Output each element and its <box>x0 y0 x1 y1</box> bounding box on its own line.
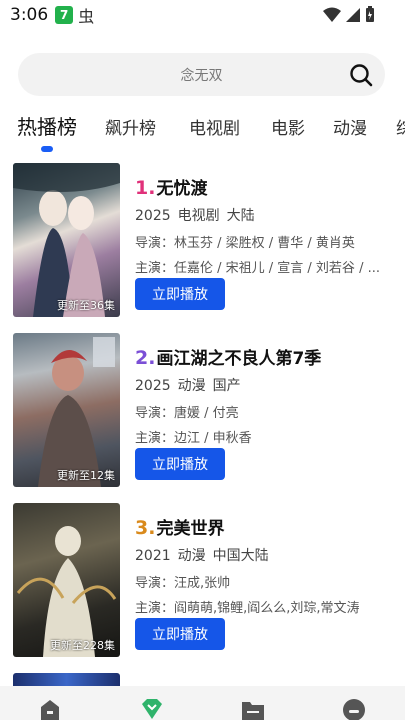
show-title[interactable]: 2.画江湖之不良人第7季 <box>135 344 321 369</box>
show-meta: 2025 电视剧 大陆 <box>135 205 262 225</box>
list-item[interactable]: 更新至12集 2.画江湖之不良人第7季 2025 动漫 国产 导演：唐媛 / 付亮 … <box>0 330 405 490</box>
region: 国产 <box>212 378 241 394</box>
search-input[interactable]: 念无双 <box>181 65 223 85</box>
search-bar[interactable]: 念无双 <box>18 53 385 96</box>
bottom-nav <box>0 686 405 720</box>
tab-tv[interactable]: 电视剧 <box>189 114 240 139</box>
bug-notification-icon: 虫 <box>78 7 95 26</box>
region: 中国大陆 <box>212 548 269 564</box>
cast-line: 主演：边江 / 申秋香 <box>135 431 252 446</box>
tab-variety[interactable]: 综 <box>396 114 405 139</box>
rank-number: 3. <box>135 517 156 539</box>
profile-icon[interactable] <box>342 698 366 720</box>
genre: 动漫 <box>177 378 206 394</box>
tab-rising[interactable]: 飙升榜 <box>105 114 156 139</box>
region: 大陆 <box>226 208 255 224</box>
play-button[interactable]: 立即播放 <box>135 618 225 650</box>
tab-movie[interactable]: 电影 <box>271 114 305 139</box>
poster-art <box>38 337 115 487</box>
rank-number: 2. <box>135 347 156 369</box>
category-tabs: 热播榜 飙升榜 电视剧 电影 动漫 综 <box>0 110 405 152</box>
title-text: 无忧渡 <box>156 179 208 199</box>
update-status: 更新至36集 <box>57 299 115 312</box>
poster-image[interactable]: 更新至36集 <box>13 163 120 317</box>
search-icon[interactable] <box>349 63 373 87</box>
folder-icon[interactable] <box>241 698 265 720</box>
title-text: 完美世界 <box>156 519 225 539</box>
poster-image[interactable]: 更新至12集 <box>13 333 120 487</box>
director-line: 导演：汪成,张帅 <box>135 576 231 591</box>
genre: 电视剧 <box>177 208 220 224</box>
show-title[interactable]: 3.完美世界 <box>135 514 224 539</box>
year: 2021 <box>135 548 171 564</box>
app-notification-icon: 7 <box>55 6 74 24</box>
director-line: 导演：唐媛 / 付亮 <box>135 406 239 421</box>
tab-anime[interactable]: 动漫 <box>333 114 367 139</box>
update-status: 更新至12集 <box>57 469 115 482</box>
director-line: 导演：林玉芬 / 梁胜权 / 曹华 / 黄肖英 <box>135 236 355 251</box>
show-meta: 2025 动漫 国产 <box>135 375 248 395</box>
tab-indicator <box>41 146 53 152</box>
wifi-icon <box>323 7 341 22</box>
show-title[interactable]: 1.无忧渡 <box>135 174 207 199</box>
play-button[interactable]: 立即播放 <box>135 278 225 310</box>
rank-number: 1. <box>135 177 156 199</box>
status-indicators <box>323 6 375 23</box>
home-icon[interactable] <box>38 698 62 720</box>
list-item[interactable]: 更新至36集 1.无忧渡 2025 电视剧 大陆 导演：林玉芬 / 梁胜权 / 曹华… <box>0 160 405 320</box>
poster-art <box>16 526 117 657</box>
year: 2025 <box>135 378 171 394</box>
poster-image-partial[interactable] <box>13 673 120 687</box>
title-text: 画江湖之不良人第7季 <box>156 349 322 369</box>
battery-icon <box>366 6 374 22</box>
genre: 动漫 <box>177 548 206 564</box>
list-item[interactable]: 更新至228集 3.完美世界 2021 动漫 中国大陆 导演：汪成,张帅 主演：阎萌… <box>0 500 405 660</box>
poster-image[interactable]: 更新至228集 <box>13 503 120 657</box>
status-time: 3:06 <box>10 5 49 25</box>
diamond-icon[interactable] <box>140 698 164 720</box>
poster-art <box>13 163 120 317</box>
status-bar: 3:06 7 虫 <box>0 0 405 30</box>
tab-hot[interactable]: 热播榜 <box>17 111 77 140</box>
play-button[interactable]: 立即播放 <box>135 448 225 480</box>
cast-line: 主演：任嘉伦 / 宋祖儿 / 宣言 / 刘若谷 / ... <box>135 261 380 276</box>
update-status: 更新至228集 <box>50 639 115 652</box>
year: 2025 <box>135 208 171 224</box>
cast-line: 主演：阎萌萌,锦鲤,阎么么,刘琮,常文涛 <box>135 601 360 616</box>
show-meta: 2021 动漫 中国大陆 <box>135 545 276 565</box>
signal-icon <box>346 7 360 22</box>
